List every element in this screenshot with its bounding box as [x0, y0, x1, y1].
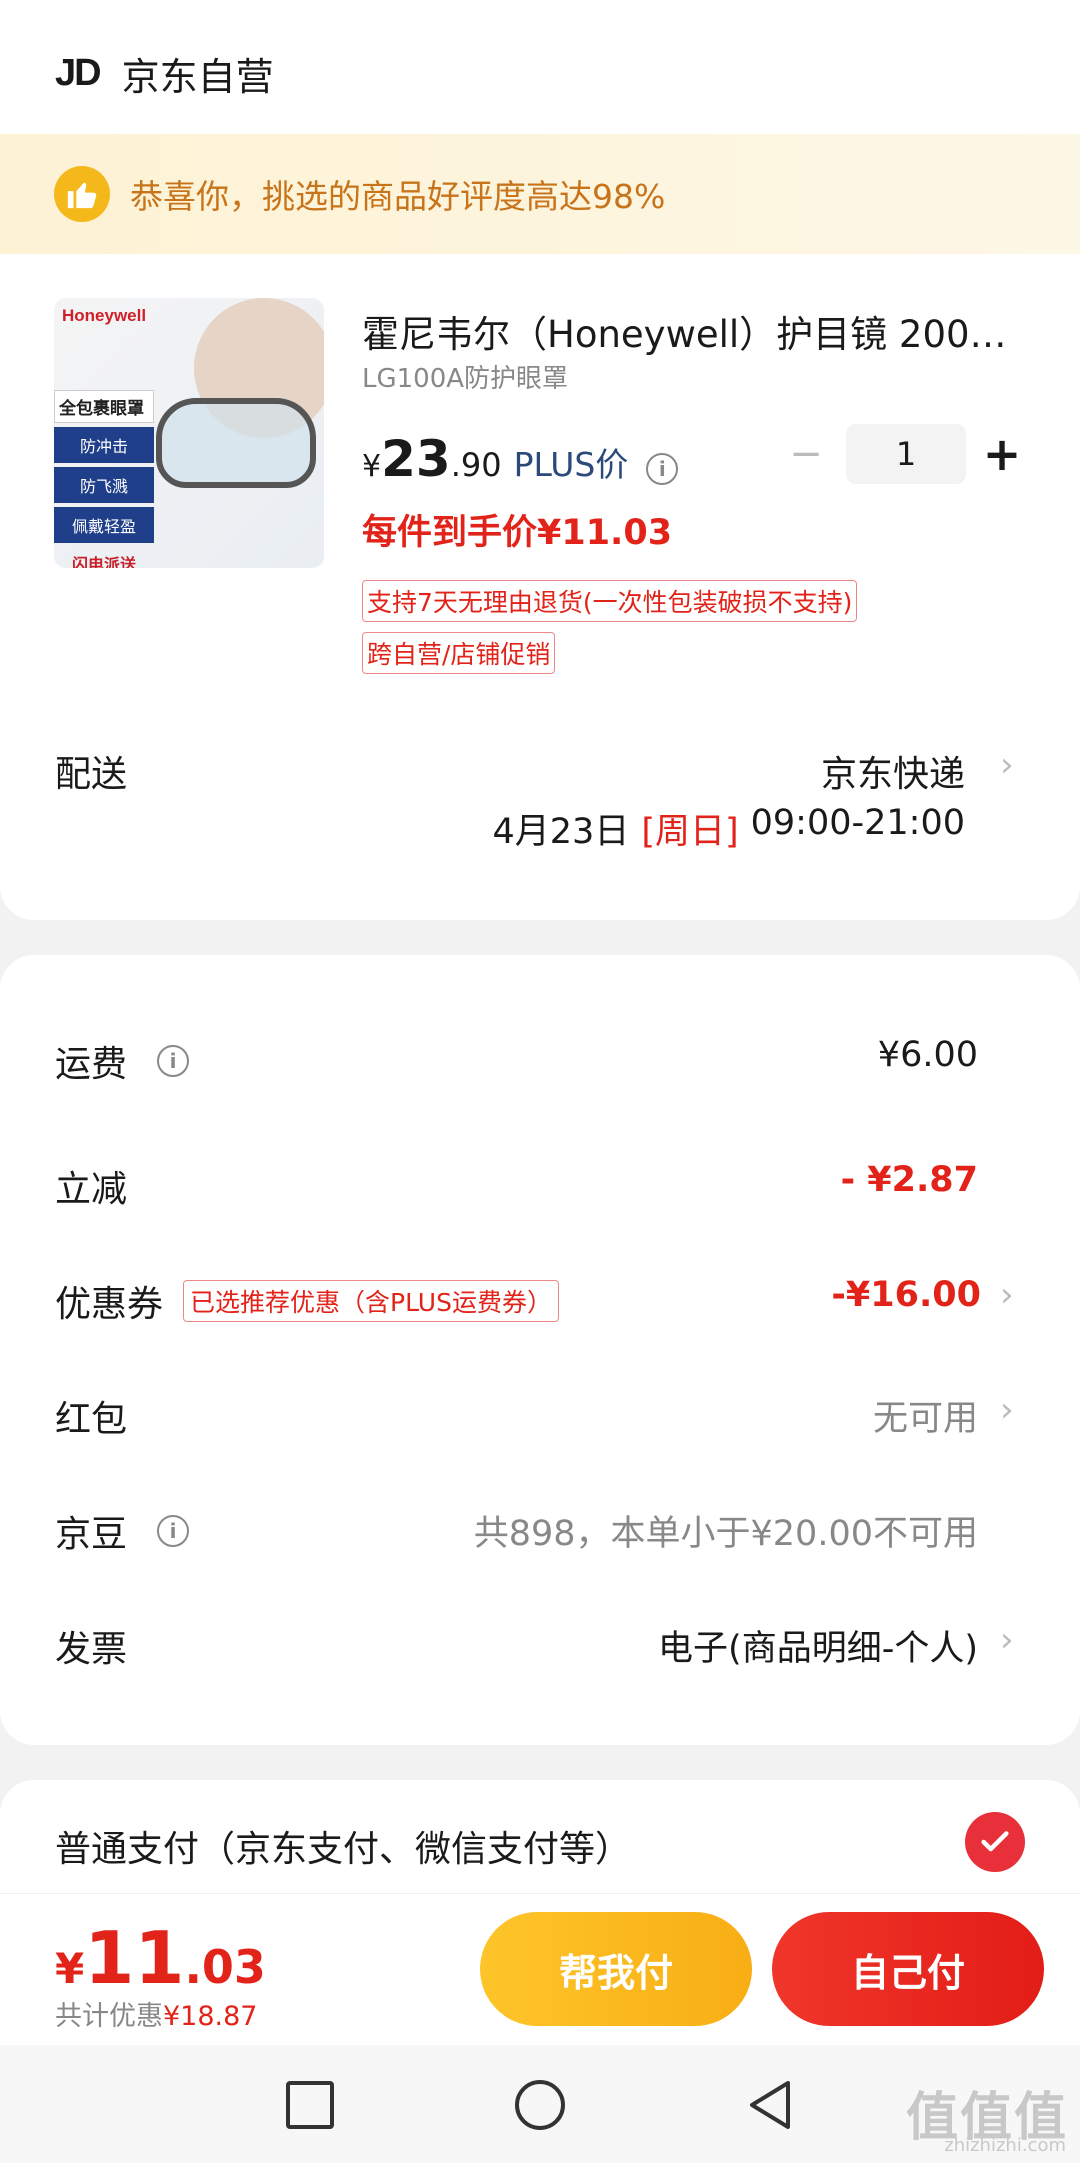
product-title[interactable]: 霍尼韦尔（Honeywell）护目镜 200…	[362, 304, 1022, 358]
jingdou-label-wrap: 京豆 i	[55, 1505, 190, 1557]
image-tag: 防冲击	[54, 427, 154, 463]
delivery-method[interactable]: 京东快递	[821, 745, 965, 797]
jingdou-value: 共898，本单小于¥20.00不可用	[473, 1514, 978, 1554]
discount-label: 立减	[55, 1169, 128, 1210]
goggle-illustration	[156, 398, 316, 488]
fees-card: 运费 i ¥6.00 立减 - ¥2.87 优惠券 已选推荐优惠（含PLUS运费…	[0, 955, 1080, 1745]
brand-logo-text: Honeywell	[62, 306, 147, 325]
redpacket-label: 红包	[55, 1399, 128, 1440]
chevron-right-icon[interactable]: ›	[1000, 1390, 1014, 1430]
invoice-value: 电子(商品明细-个人)	[658, 1629, 978, 1669]
invoice-row[interactable]: 发票 电子(商品明细-个人) ›	[0, 1620, 1080, 1680]
store-name: 京东自营	[121, 54, 274, 99]
coupon-label: 优惠券	[55, 1284, 164, 1325]
coupon-tag: 已选推荐优惠（含PLUS运费券）	[183, 1280, 559, 1322]
price-decimal: .90	[450, 446, 502, 484]
thumbs-up-icon	[54, 166, 110, 222]
invoice-label: 发票	[55, 1629, 128, 1670]
shipping-row: 运费 i ¥6.00	[0, 1035, 1080, 1095]
savings-label: 共计优惠	[55, 2001, 163, 2032]
image-feature-tags: 全包裹眼罩 防冲击 防飞溅 佩戴轻盈 闪电派送	[54, 390, 154, 568]
minus-button[interactable]: −	[786, 431, 826, 477]
recent-apps-icon[interactable]	[280, 2075, 340, 2135]
product-price: ¥ 23 .90 PLUS价 i	[362, 430, 679, 488]
discount-value: - ¥2.87	[840, 1160, 978, 1200]
discount-row: 立减 - ¥2.87	[0, 1160, 1080, 1220]
banner-text: 恭喜你，挑选的商品好评度高达98%	[130, 177, 666, 216]
order-product-card: JD 京东自营 恭喜你，挑选的商品好评度高达98% Honeywell 全包裹眼…	[0, 0, 1080, 920]
jingdou-row: 京豆 i 共898，本单小于¥20.00不可用	[0, 1505, 1080, 1565]
shipping-label-wrap: 运费 i	[55, 1035, 190, 1087]
watermark-url: zhizhizhi.com	[944, 2135, 1066, 2156]
help-pay-button[interactable]: 帮我付	[480, 1912, 752, 2026]
delivery-weekday: [周日]	[641, 812, 739, 852]
plus-button[interactable]: +	[982, 427, 1022, 481]
shipping-value: ¥6.00	[877, 1035, 978, 1075]
self-pay-button[interactable]: 自己付	[772, 1912, 1044, 2026]
payment-method-label: 普通支付（京东支付、微信支付等）	[55, 1829, 632, 1870]
final-unit-price: 每件到手价¥11.03	[362, 513, 673, 553]
jingdou-label: 京豆	[55, 1514, 128, 1555]
rating-banner: 恭喜你，挑选的商品好评度高达98%	[0, 134, 1080, 254]
info-icon[interactable]: i	[157, 1515, 190, 1547]
total-decimal: .03	[184, 1940, 266, 1994]
check-icon[interactable]	[965, 1812, 1025, 1872]
image-tag-head: 全包裹眼罩	[54, 390, 154, 423]
coupon-label-wrap: 优惠券 已选推荐优惠（含PLUS运费券）	[55, 1275, 559, 1327]
image-tag: 佩戴轻盈	[54, 507, 154, 543]
delivery-label: 配送	[55, 754, 128, 795]
return-policy-tag: 支持7天无理由退货(一次性包装破损不支持)	[362, 580, 858, 622]
shipping-label: 运费	[55, 1044, 128, 1085]
home-icon[interactable]	[510, 2075, 570, 2135]
chevron-right-icon[interactable]: ›	[1000, 1620, 1014, 1660]
delivery-time[interactable]: 4月23日 [周日] 09:00-21:00	[493, 803, 965, 854]
jd-logo: JD	[55, 51, 102, 94]
image-tag: 防飞溅	[54, 467, 154, 503]
image-tag-foot: 闪电派送	[71, 555, 136, 568]
quantity-stepper: − 1 +	[786, 424, 1022, 484]
delivery-window: 09:00-21:00	[750, 803, 965, 843]
promotion-tag: 跨自营/店铺促销	[362, 632, 556, 674]
total-symbol: ¥	[55, 1944, 85, 1993]
total-integer: 11	[84, 1916, 185, 2000]
chevron-right-icon[interactable]: ›	[1000, 1275, 1014, 1315]
savings-value: ¥18.87	[163, 2001, 258, 2032]
delivery-date: 4月23日	[492, 812, 630, 852]
product-image[interactable]: Honeywell 全包裹眼罩 防冲击 防飞溅 佩戴轻盈 闪电派送	[54, 298, 324, 568]
price-symbol: ¥	[362, 449, 382, 484]
store-header[interactable]: JD 京东自营	[55, 48, 274, 99]
redpacket-row[interactable]: 红包 无可用 ›	[0, 1390, 1080, 1450]
price-integer: 23	[381, 430, 451, 488]
product-spec[interactable]: LG100A防护眼罩	[362, 358, 568, 395]
redpacket-value: 无可用	[872, 1399, 978, 1439]
info-icon[interactable]: i	[157, 1045, 190, 1077]
total-savings[interactable]: 共计优惠¥18.87	[55, 1994, 257, 2033]
chevron-right-icon[interactable]: ›	[1000, 745, 1014, 785]
coupon-value: -¥16.00	[831, 1275, 981, 1315]
back-icon[interactable]	[740, 2075, 800, 2135]
total-price: ¥ 11 .03	[55, 1916, 266, 2000]
plus-price-label: PLUS价	[513, 445, 629, 484]
checkout-bar: ¥ 11 .03 共计优惠¥18.87 帮我付 自己付	[0, 1893, 1080, 2045]
info-icon[interactable]: i	[646, 453, 679, 485]
coupon-row[interactable]: 优惠券 已选推荐优惠（含PLUS运费券） -¥16.00 ›	[0, 1275, 1080, 1335]
quantity-input[interactable]: 1	[846, 424, 966, 484]
